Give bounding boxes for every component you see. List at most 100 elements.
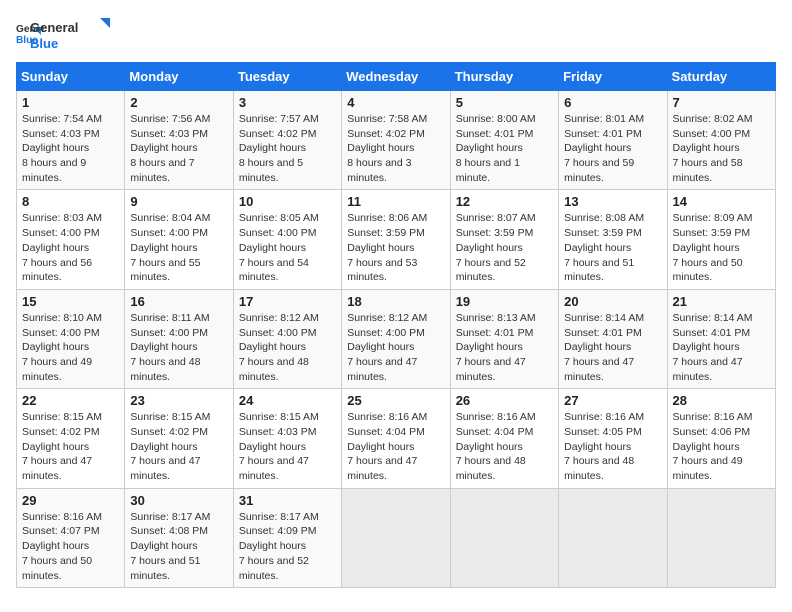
daylight-value: 7 hours and 48 minutes.: [456, 455, 526, 482]
calendar-cell: 28 Sunrise: 8:16 AM Sunset: 4:06 PM Dayl…: [667, 389, 775, 488]
daylight-label: Daylight hours: [239, 341, 306, 353]
calendar-cell: 23 Sunrise: 8:15 AM Sunset: 4:02 PM Dayl…: [125, 389, 233, 488]
daylight-value: 7 hours and 47 minutes.: [22, 455, 92, 482]
sunset-label: Sunset: 4:09 PM: [239, 525, 317, 537]
calendar-cell: 17 Sunrise: 8:12 AM Sunset: 4:00 PM Dayl…: [233, 289, 341, 388]
day-number: 9: [130, 194, 227, 209]
sunset-label: Sunset: 4:00 PM: [130, 327, 208, 339]
calendar-cell: 15 Sunrise: 8:10 AM Sunset: 4:00 PM Dayl…: [17, 289, 125, 388]
day-number: 27: [564, 393, 661, 408]
daylight-label: Daylight hours: [564, 441, 631, 453]
daylight-label: Daylight hours: [130, 341, 197, 353]
calendar-week-row: 22 Sunrise: 8:15 AM Sunset: 4:02 PM Dayl…: [17, 389, 776, 488]
sunrise-label: Sunrise: 8:13 AM: [456, 312, 536, 324]
sunrise-label: Sunrise: 8:08 AM: [564, 212, 644, 224]
calendar-cell: 13 Sunrise: 8:08 AM Sunset: 3:59 PM Dayl…: [559, 190, 667, 289]
sunset-label: Sunset: 4:02 PM: [239, 128, 317, 140]
day-number: 31: [239, 493, 336, 508]
daylight-value: 8 hours and 5 minutes.: [239, 157, 303, 184]
sunset-label: Sunset: 4:00 PM: [130, 227, 208, 239]
day-number: 3: [239, 95, 336, 110]
sunset-label: Sunset: 4:03 PM: [22, 128, 100, 140]
sunrise-label: Sunrise: 7:54 AM: [22, 113, 102, 125]
day-info: Sunrise: 8:00 AM Sunset: 4:01 PM Dayligh…: [456, 112, 553, 185]
calendar-cell: 16 Sunrise: 8:11 AM Sunset: 4:00 PM Dayl…: [125, 289, 233, 388]
sunset-label: Sunset: 4:05 PM: [564, 426, 642, 438]
weekday-header-tuesday: Tuesday: [233, 63, 341, 91]
logo-svg: General Blue: [28, 16, 118, 54]
sunrise-label: Sunrise: 8:11 AM: [130, 312, 209, 324]
sunrise-label: Sunrise: 8:04 AM: [130, 212, 210, 224]
sunrise-label: Sunrise: 8:10 AM: [22, 312, 102, 324]
day-number: 11: [347, 194, 444, 209]
day-number: 26: [456, 393, 553, 408]
sunrise-label: Sunrise: 8:03 AM: [22, 212, 102, 224]
daylight-label: Daylight hours: [456, 242, 523, 254]
daylight-value: 7 hours and 48 minutes.: [239, 356, 309, 383]
calendar-cell: 3 Sunrise: 7:57 AM Sunset: 4:02 PM Dayli…: [233, 91, 341, 190]
calendar-cell: [559, 488, 667, 587]
calendar-cell: 31 Sunrise: 8:17 AM Sunset: 4:09 PM Dayl…: [233, 488, 341, 587]
daylight-label: Daylight hours: [22, 441, 89, 453]
daylight-value: 7 hours and 53 minutes.: [347, 257, 417, 284]
daylight-value: 7 hours and 58 minutes.: [673, 157, 743, 184]
daylight-label: Daylight hours: [239, 540, 306, 552]
weekday-header-wednesday: Wednesday: [342, 63, 450, 91]
daylight-value: 7 hours and 47 minutes.: [239, 455, 309, 482]
daylight-label: Daylight hours: [22, 341, 89, 353]
sunrise-label: Sunrise: 7:56 AM: [130, 113, 210, 125]
daylight-label: Daylight hours: [673, 142, 740, 154]
sunrise-label: Sunrise: 7:58 AM: [347, 113, 427, 125]
sunset-label: Sunset: 4:02 PM: [130, 426, 208, 438]
calendar-week-row: 29 Sunrise: 8:16 AM Sunset: 4:07 PM Dayl…: [17, 488, 776, 587]
calendar-cell: 7 Sunrise: 8:02 AM Sunset: 4:00 PM Dayli…: [667, 91, 775, 190]
sunrise-label: Sunrise: 8:01 AM: [564, 113, 644, 125]
sunset-label: Sunset: 3:59 PM: [456, 227, 534, 239]
day-info: Sunrise: 8:17 AM Sunset: 4:09 PM Dayligh…: [239, 510, 336, 583]
daylight-label: Daylight hours: [564, 242, 631, 254]
daylight-label: Daylight hours: [130, 142, 197, 154]
daylight-value: 7 hours and 51 minutes.: [130, 555, 200, 582]
daylight-value: 7 hours and 54 minutes.: [239, 257, 309, 284]
daylight-label: Daylight hours: [130, 540, 197, 552]
svg-text:General: General: [30, 20, 78, 35]
daylight-value: 7 hours and 52 minutes.: [456, 257, 526, 284]
sunset-label: Sunset: 4:00 PM: [22, 227, 100, 239]
calendar-cell: 26 Sunrise: 8:16 AM Sunset: 4:04 PM Dayl…: [450, 389, 558, 488]
calendar-cell: 10 Sunrise: 8:05 AM Sunset: 4:00 PM Dayl…: [233, 190, 341, 289]
calendar-cell: 6 Sunrise: 8:01 AM Sunset: 4:01 PM Dayli…: [559, 91, 667, 190]
sunrise-label: Sunrise: 8:02 AM: [673, 113, 753, 125]
day-number: 7: [673, 95, 770, 110]
day-number: 20: [564, 294, 661, 309]
daylight-value: 7 hours and 47 minutes.: [456, 356, 526, 383]
day-info: Sunrise: 8:13 AM Sunset: 4:01 PM Dayligh…: [456, 311, 553, 384]
sunrise-label: Sunrise: 8:00 AM: [456, 113, 536, 125]
day-info: Sunrise: 8:05 AM Sunset: 4:00 PM Dayligh…: [239, 211, 336, 284]
day-info: Sunrise: 8:09 AM Sunset: 3:59 PM Dayligh…: [673, 211, 770, 284]
daylight-label: Daylight hours: [564, 341, 631, 353]
weekday-header-friday: Friday: [559, 63, 667, 91]
day-info: Sunrise: 7:58 AM Sunset: 4:02 PM Dayligh…: [347, 112, 444, 185]
day-number: 23: [130, 393, 227, 408]
daylight-label: Daylight hours: [22, 242, 89, 254]
calendar-cell: 9 Sunrise: 8:04 AM Sunset: 4:00 PM Dayli…: [125, 190, 233, 289]
daylight-label: Daylight hours: [22, 540, 89, 552]
calendar-cell: [342, 488, 450, 587]
day-info: Sunrise: 7:54 AM Sunset: 4:03 PM Dayligh…: [22, 112, 119, 185]
daylight-label: Daylight hours: [673, 242, 740, 254]
sunset-label: Sunset: 4:00 PM: [239, 227, 317, 239]
daylight-value: 7 hours and 51 minutes.: [564, 257, 634, 284]
sunrise-label: Sunrise: 8:16 AM: [673, 411, 753, 423]
daylight-value: 7 hours and 50 minutes.: [22, 555, 92, 582]
day-number: 6: [564, 95, 661, 110]
calendar-cell: 29 Sunrise: 8:16 AM Sunset: 4:07 PM Dayl…: [17, 488, 125, 587]
sunrise-label: Sunrise: 8:16 AM: [564, 411, 644, 423]
day-info: Sunrise: 8:02 AM Sunset: 4:00 PM Dayligh…: [673, 112, 770, 185]
daylight-label: Daylight hours: [347, 341, 414, 353]
daylight-value: 8 hours and 9 minutes.: [22, 157, 86, 184]
daylight-value: 7 hours and 50 minutes.: [673, 257, 743, 284]
daylight-label: Daylight hours: [239, 441, 306, 453]
sunrise-label: Sunrise: 8:12 AM: [347, 312, 427, 324]
sunrise-label: Sunrise: 8:12 AM: [239, 312, 319, 324]
day-info: Sunrise: 8:17 AM Sunset: 4:08 PM Dayligh…: [130, 510, 227, 583]
